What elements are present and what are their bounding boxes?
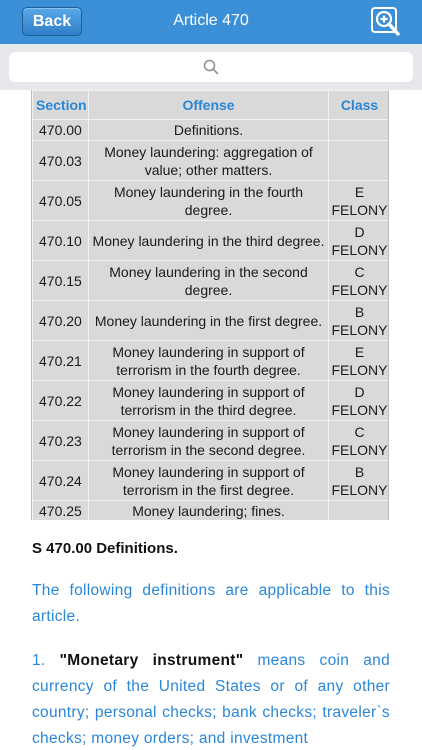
row-offense: Money laundering; fines. xyxy=(88,500,329,520)
search-input[interactable] xyxy=(9,52,413,82)
definition-paragraph: 1. "Monetary instrument" means coin and … xyxy=(32,648,390,750)
row-offense: Money laundering in support of terrorism… xyxy=(88,380,329,421)
row-offense: Money laundering in support of terrorism… xyxy=(88,340,329,381)
section-heading: S 470.00 Definitions. xyxy=(32,540,178,557)
table-row[interactable]: 470.24 Money laundering in support of te… xyxy=(32,460,388,501)
row-offense: Money laundering in the second degree. xyxy=(88,260,329,301)
row-class: C FELONY xyxy=(328,420,388,461)
table-row[interactable]: 470.25 Money laundering; fines. xyxy=(32,500,388,520)
row-class: B FELONY xyxy=(328,300,388,341)
definition-term: "Monetary instrument" xyxy=(59,652,244,669)
table-row[interactable]: 470.23 Money laundering in support of te… xyxy=(32,420,388,461)
row-class xyxy=(328,119,388,141)
search-icon xyxy=(203,59,219,75)
row-section: 470.20 xyxy=(32,300,89,341)
row-offense: Money laundering in support of terrorism… xyxy=(88,460,329,501)
offense-table: Section Offense Class 470.00 Definitions… xyxy=(31,90,389,520)
row-offense: Money laundering in the fourth degree. xyxy=(88,180,329,221)
row-class: D FELONY xyxy=(328,220,388,261)
row-class xyxy=(328,140,388,181)
table-row[interactable]: 470.15 Money laundering in the second de… xyxy=(32,260,388,301)
table-header-row: Section Offense Class xyxy=(32,90,388,120)
row-section: 470.21 xyxy=(32,340,89,381)
header-section: Section xyxy=(32,90,89,120)
row-class: E FELONY xyxy=(328,180,388,221)
row-section: 470.23 xyxy=(32,420,89,461)
zoom-in-icon[interactable] xyxy=(371,7,401,37)
header-class: Class xyxy=(328,90,388,120)
row-offense: Definitions. xyxy=(88,119,329,141)
header-offense: Offense xyxy=(88,90,329,120)
table-row[interactable]: 470.05 Money laundering in the fourth de… xyxy=(32,180,388,221)
table-row[interactable]: 470.03 Money laundering: aggregation of … xyxy=(32,140,388,181)
row-offense: Money laundering in the first degree. xyxy=(88,300,329,341)
row-offense: Money laundering in support of terrorism… xyxy=(88,420,329,461)
row-section: 470.10 xyxy=(32,220,89,261)
table-row[interactable]: 470.00 Definitions. xyxy=(32,119,388,141)
navigation-bar: Back Article 470 xyxy=(0,0,422,44)
row-class: D FELONY xyxy=(328,380,388,421)
row-class xyxy=(328,500,388,520)
definition-number: 1. xyxy=(32,652,46,669)
row-offense: Money laundering: aggregation of value; … xyxy=(88,140,329,181)
row-section: 470.15 xyxy=(32,260,89,301)
row-section: 470.00 xyxy=(32,119,89,141)
row-offense: Money laundering in the third degree. xyxy=(88,220,329,261)
page-title: Article 470 xyxy=(173,12,249,29)
row-section: 470.05 xyxy=(32,180,89,221)
table-row[interactable]: 470.10 Money laundering in the third deg… xyxy=(32,220,388,261)
row-section: 470.03 xyxy=(32,140,89,181)
intro-paragraph: The following definitions are applicable… xyxy=(32,582,390,625)
table-row[interactable]: 470.20 Money laundering in the first deg… xyxy=(32,300,388,341)
row-class: C FELONY xyxy=(328,260,388,301)
row-class: E FELONY xyxy=(328,340,388,381)
row-section: 470.24 xyxy=(32,460,89,501)
search-bar xyxy=(0,44,422,90)
row-class: B FELONY xyxy=(328,460,388,501)
table-row[interactable]: 470.22 Money laundering in support of te… xyxy=(32,380,388,421)
table-row[interactable]: 470.21 Money laundering in support of te… xyxy=(32,340,388,381)
row-section: 470.25 xyxy=(32,500,89,520)
row-section: 470.22 xyxy=(32,380,89,421)
